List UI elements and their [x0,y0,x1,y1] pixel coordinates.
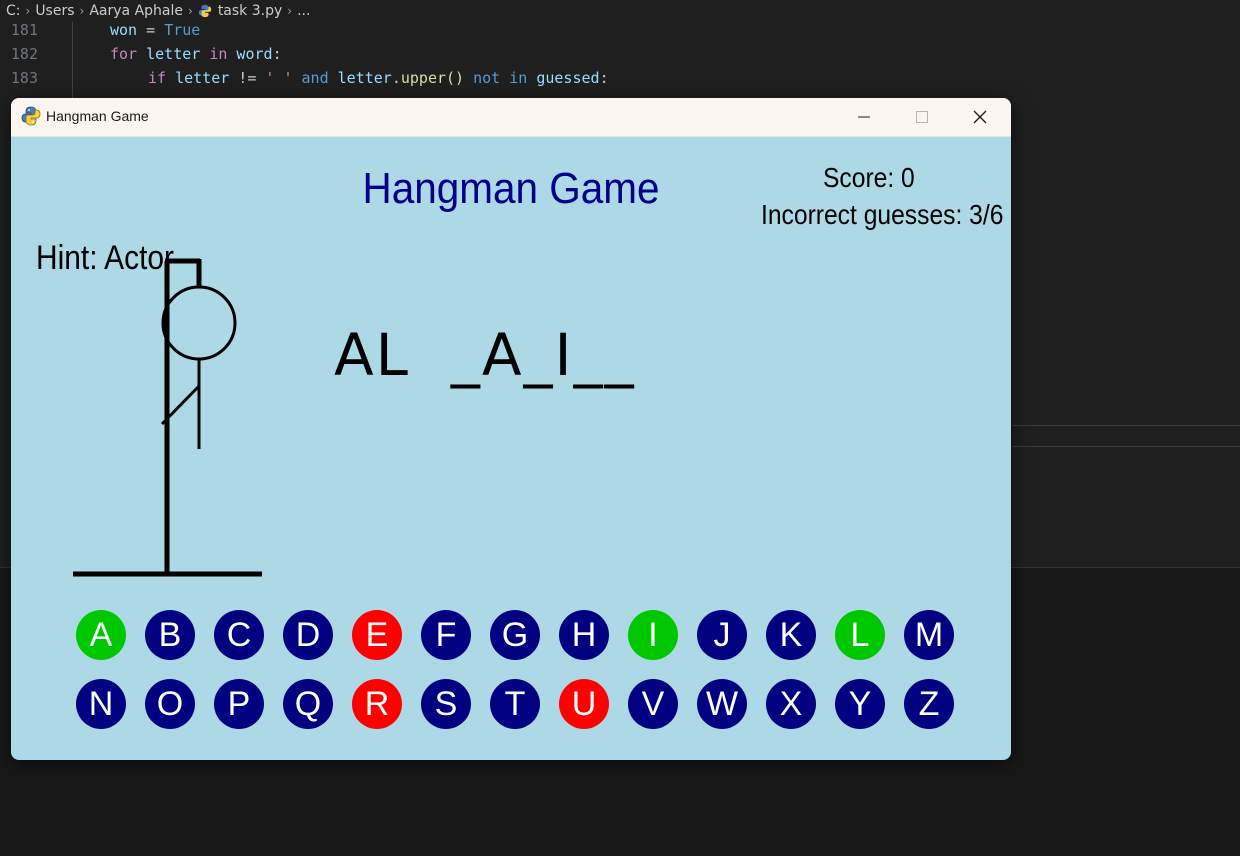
breadcrumb-item-more[interactable]: ... [297,3,310,19]
chevron-right-icon: › [188,4,193,18]
breadcrumb-item-users[interactable]: Users [35,3,74,19]
breadcrumb: C: › Users › Aarya Aphale › task 3.py › … [0,0,1240,22]
letter-button-h[interactable]: H [559,610,609,660]
code-token: upper [400,69,447,87]
code-token: . [391,69,401,87]
line-number: 181 [10,22,38,39]
letter-button-b[interactable]: B [145,610,195,660]
code-token: = [137,22,165,39]
letter-button-e[interactable]: E [352,610,402,660]
letter-button-o[interactable]: O [145,679,195,729]
letter-button-i[interactable]: I [628,610,678,660]
letter-button-z[interactable]: Z [904,679,954,729]
divider [1012,425,1240,426]
letter-button-r[interactable]: R [352,679,402,729]
game-canvas[interactable]: Hangman Game Score: 0 Incorrect guesses:… [11,136,1011,760]
code-token: not [464,69,501,87]
code-token: letter [328,69,392,87]
code-token: guessed [527,69,600,87]
code-line: 181 won = True [0,22,1240,42]
code-text: won = True [110,22,200,42]
divider [1012,446,1240,447]
breadcrumb-item-file[interactable]: task 3.py [218,3,282,19]
maximize-button[interactable] [893,98,951,136]
code-token: != [229,69,266,87]
code-token: for [110,45,138,63]
chevron-right-icon: › [25,4,31,18]
code-token: : [599,69,609,87]
python-file-icon [198,4,211,18]
hangman-window: Hangman Game Hangman Game Score: 0 Incor… [11,98,1011,760]
minimize-icon [858,116,870,118]
code-token: letter [137,45,210,63]
code-token: word [227,45,273,63]
code-token: and [292,69,329,87]
letter-button-u[interactable]: U [559,679,609,729]
letter-button-w[interactable]: W [697,679,747,729]
minimize-button[interactable] [835,98,893,136]
letter-button-m[interactable]: M [904,610,954,660]
letter-button-s[interactable]: S [421,679,471,729]
letter-button-y[interactable]: Y [835,679,885,729]
letter-button-p[interactable]: P [214,679,264,729]
close-button[interactable] [951,98,1009,136]
code-token: ' ' [265,69,293,87]
letter-button-x[interactable]: X [766,679,816,729]
breadcrumb-item-drive[interactable]: C: [6,3,21,19]
letter-button-k[interactable]: K [766,610,816,660]
chevron-right-icon: › [79,4,85,18]
close-icon [973,110,987,124]
code-token: True [164,22,201,39]
chevron-right-icon: › [287,4,293,18]
letter-button-j[interactable]: J [697,610,747,660]
breadcrumb-item-user[interactable]: Aarya Aphale [89,3,183,19]
letter-button-l[interactable]: L [835,610,885,660]
line-number: 183 [10,69,38,87]
code-token: if [148,69,167,87]
letter-button-c[interactable]: C [214,610,264,660]
letter-button-t[interactable]: T [490,679,540,729]
letter-button-f[interactable]: F [421,610,471,660]
code-text: for letter in word: [110,42,282,66]
line-number: 182 [10,45,38,63]
letter-button-d[interactable]: D [283,610,333,660]
letter-button-v[interactable]: V [628,679,678,729]
letter-button-a[interactable]: A [76,610,126,660]
code-line: 182 for letter in word: [0,42,1240,66]
code-token: in [500,69,528,87]
letter-button-q[interactable]: Q [283,679,333,729]
code-token: () [446,69,465,87]
pygame-snake-icon [21,106,41,126]
code-line: 183 if letter != ' ' and letter.upper() … [0,66,1240,90]
code-token: : [272,45,282,63]
letter-buttons: ABCDEFGHIJKLM NOPQRSTUVWXYZ [11,136,1011,760]
code-token: letter [166,69,230,87]
window-title: Hangman Game [46,108,149,124]
window-titlebar[interactable]: Hangman Game [11,98,1011,137]
letter-button-n[interactable]: N [76,679,126,729]
code-token: in [209,45,228,63]
code-text: if letter != ' ' and letter.upper() not … [148,66,609,90]
letter-button-g[interactable]: G [490,610,540,660]
maximize-icon [916,111,928,123]
code-token: won [110,22,138,39]
